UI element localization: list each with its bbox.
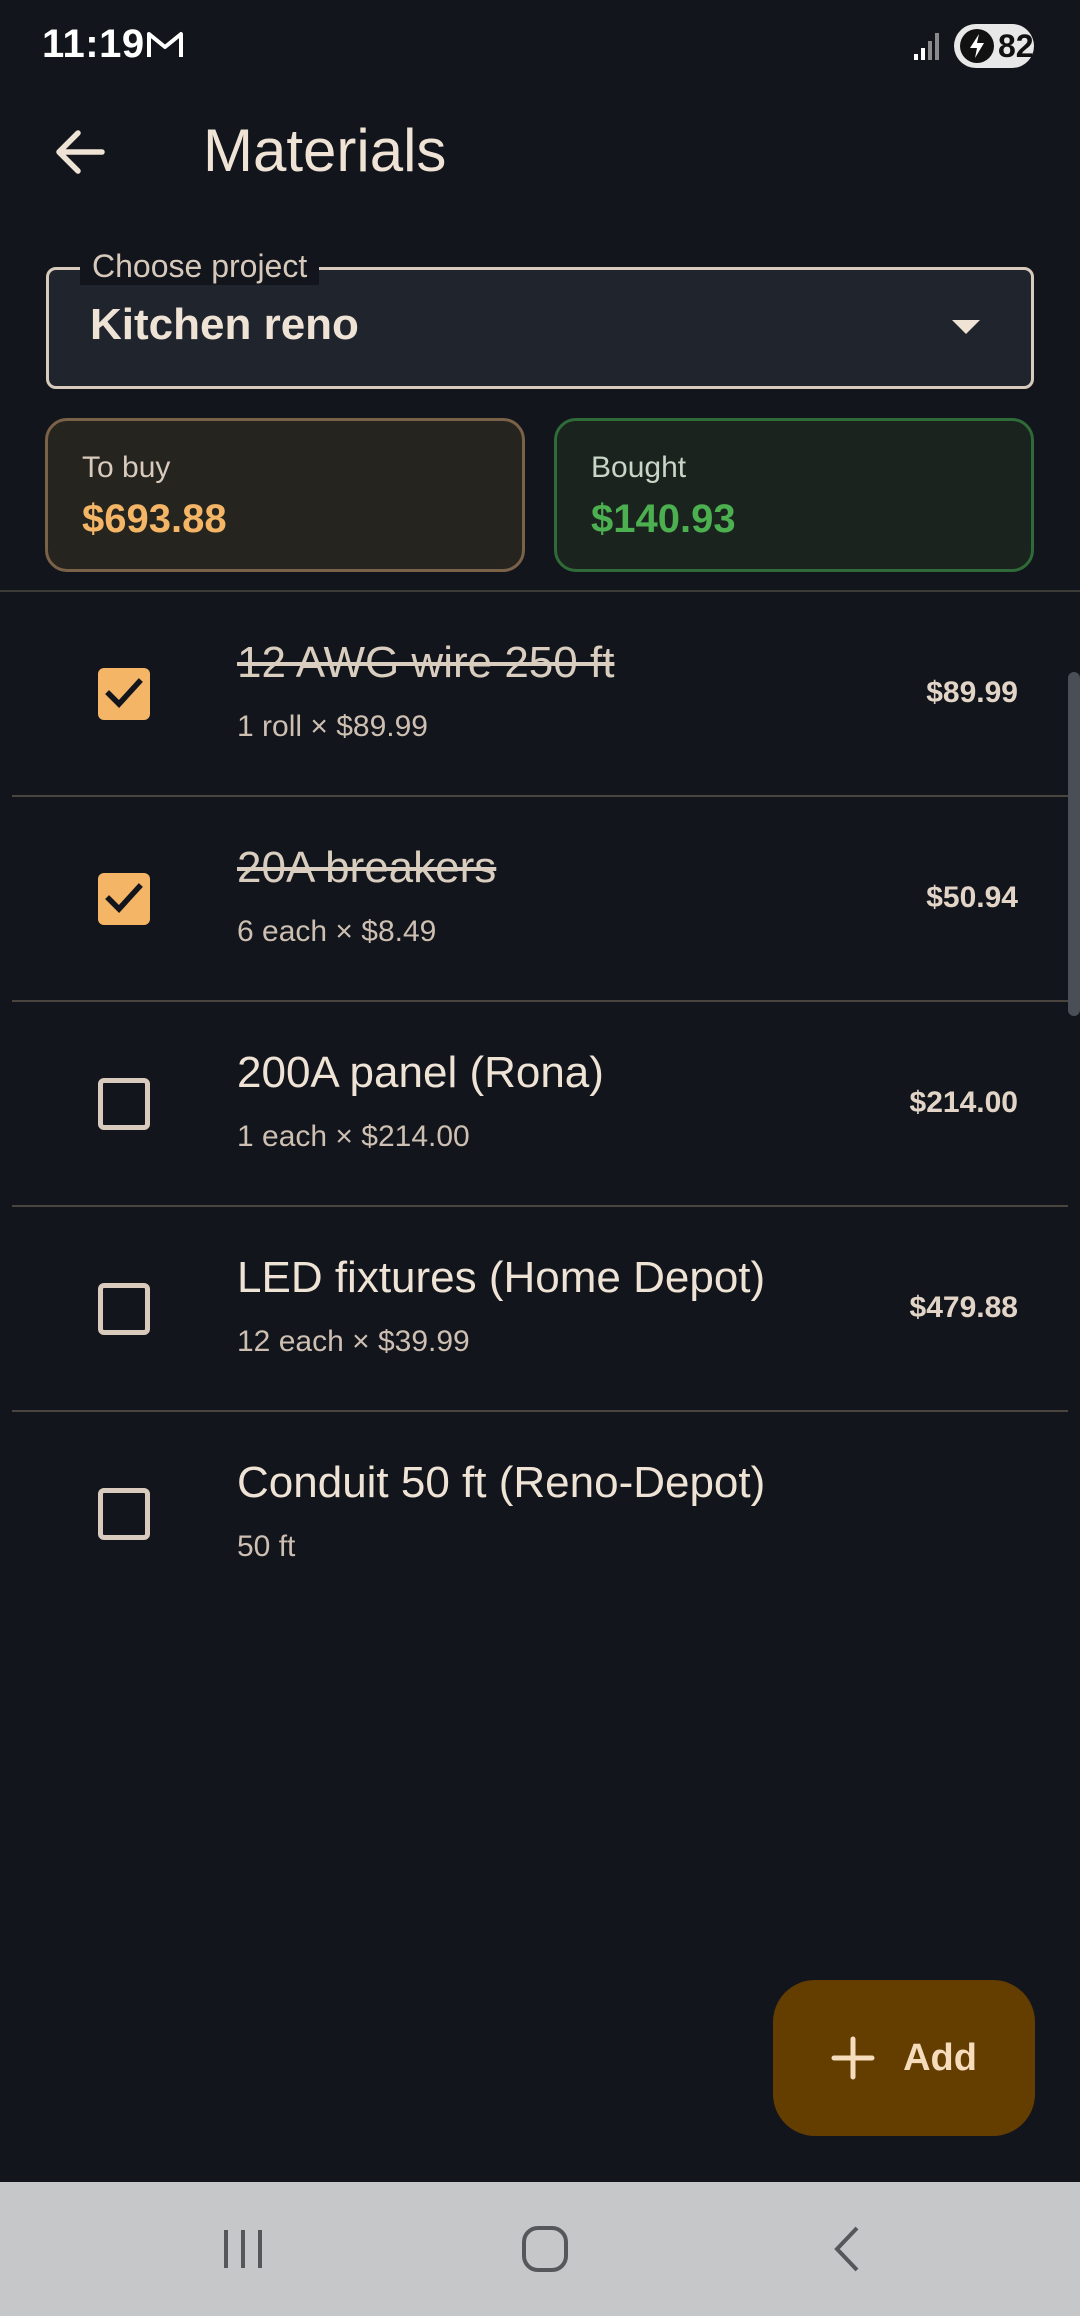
recent-apps-button[interactable] bbox=[198, 2214, 288, 2284]
item-total: $50.94 bbox=[926, 881, 1018, 914]
list-item[interactable]: 20A breakers 6 each × $8.49 $50.94 bbox=[12, 797, 1068, 1002]
item-detail: 50 ft bbox=[237, 1530, 296, 1563]
item-checkbox[interactable] bbox=[98, 1078, 150, 1130]
battery-indicator: 82 bbox=[954, 24, 1034, 68]
list-item[interactable]: 200A panel (Rona) 1 each × $214.00 $214.… bbox=[12, 1002, 1068, 1207]
system-navigation-bar bbox=[0, 2182, 1080, 2316]
materials-list: 12 AWG wire 250 ft 1 roll × $89.99 $89.9… bbox=[12, 592, 1068, 1617]
to-buy-label: To buy bbox=[82, 451, 171, 484]
item-checkbox[interactable] bbox=[98, 1488, 150, 1540]
system-back-button[interactable] bbox=[802, 2214, 892, 2284]
item-name: LED fixtures (Home Depot) bbox=[237, 1253, 766, 1302]
item-total: $214.00 bbox=[909, 1086, 1018, 1119]
item-detail: 1 each × $214.00 bbox=[237, 1120, 470, 1153]
check-icon bbox=[105, 678, 143, 708]
item-detail: 12 each × $39.99 bbox=[237, 1325, 470, 1358]
item-checkbox[interactable] bbox=[98, 1283, 150, 1335]
recent-apps-icon bbox=[224, 2230, 262, 2268]
chevron-left-icon bbox=[834, 2226, 859, 2272]
battery-level: 82 bbox=[998, 27, 1034, 64]
to-buy-amount: $693.88 bbox=[82, 497, 227, 541]
item-detail: 1 roll × $89.99 bbox=[237, 710, 428, 743]
charging-icon bbox=[960, 29, 994, 63]
add-button-label: Add bbox=[903, 2036, 977, 2079]
list-item[interactable]: LED fixtures (Home Depot) 12 each × $39.… bbox=[12, 1207, 1068, 1412]
item-name: Conduit 50 ft (Reno-Depot) bbox=[237, 1458, 766, 1507]
check-icon bbox=[105, 883, 143, 913]
item-name: 20A breakers bbox=[237, 843, 497, 892]
item-detail: 6 each × $8.49 bbox=[237, 915, 437, 948]
item-checkbox[interactable] bbox=[98, 873, 150, 925]
signal-icon bbox=[912, 30, 944, 67]
status-time: 11:19 bbox=[42, 22, 145, 66]
list-item[interactable]: Conduit 50 ft (Reno-Depot) 50 ft bbox=[12, 1412, 1068, 1617]
bought-amount: $140.93 bbox=[591, 497, 736, 541]
bought-summary-card: Bought $140.93 bbox=[554, 418, 1034, 572]
item-name: 12 AWG wire 250 ft bbox=[237, 638, 615, 687]
item-total: $479.88 bbox=[909, 1291, 1018, 1324]
bought-label: Bought bbox=[591, 451, 687, 484]
page-title: Materials bbox=[203, 117, 447, 184]
arrow-left-icon bbox=[56, 130, 105, 174]
list-item[interactable]: 12 AWG wire 250 ft 1 roll × $89.99 $89.9… bbox=[12, 592, 1068, 797]
plus-icon bbox=[831, 2036, 875, 2080]
item-checkbox[interactable] bbox=[98, 668, 150, 720]
list-scrollbar[interactable] bbox=[1068, 672, 1080, 1016]
project-dropdown-label: Choose project bbox=[80, 248, 320, 285]
back-button[interactable] bbox=[40, 112, 120, 192]
item-name: 200A panel (Rona) bbox=[237, 1048, 604, 1097]
caret-down-icon[interactable] bbox=[950, 318, 982, 341]
to-buy-summary-card: To buy $693.88 bbox=[45, 418, 525, 572]
home-icon bbox=[522, 2226, 568, 2272]
gmail-icon bbox=[146, 30, 184, 65]
project-dropdown-value: Kitchen reno bbox=[90, 300, 359, 349]
home-button[interactable] bbox=[500, 2214, 590, 2284]
item-total: $89.99 bbox=[926, 676, 1018, 709]
add-button[interactable]: Add bbox=[773, 1980, 1035, 2136]
